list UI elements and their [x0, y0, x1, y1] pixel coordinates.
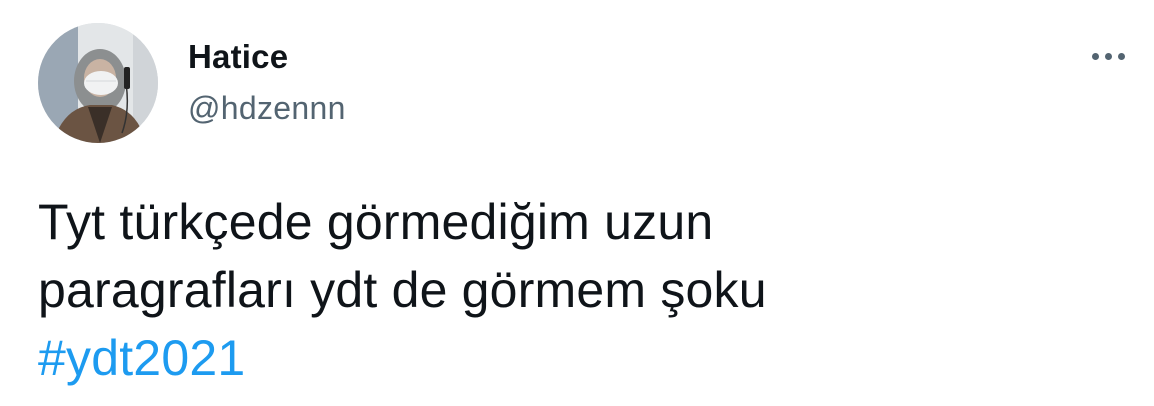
author-display-name[interactable]: Hatice	[188, 38, 288, 76]
avatar[interactable]	[38, 23, 158, 143]
more-dot	[1104, 52, 1112, 60]
more-options-button[interactable]	[1082, 36, 1134, 76]
tweet-text: Tyt türkçede görmediğim uzun paragraflar…	[38, 188, 1118, 392]
more-horizontal-icon	[1091, 52, 1125, 60]
avatar-photo	[38, 23, 158, 143]
hashtag-link[interactable]: #ydt2021	[38, 330, 245, 386]
author-handle[interactable]: @hdzennn	[188, 90, 346, 127]
more-dot	[1091, 52, 1099, 60]
tweet-card: Hatice @hdzennn Tyt türkçede görmediğim …	[0, 0, 1154, 406]
more-dot	[1117, 52, 1125, 60]
tweet-text-line: paragrafları ydt de görmem şoku	[38, 262, 767, 318]
tweet-text-line: Tyt türkçede görmediğim uzun	[38, 194, 714, 250]
